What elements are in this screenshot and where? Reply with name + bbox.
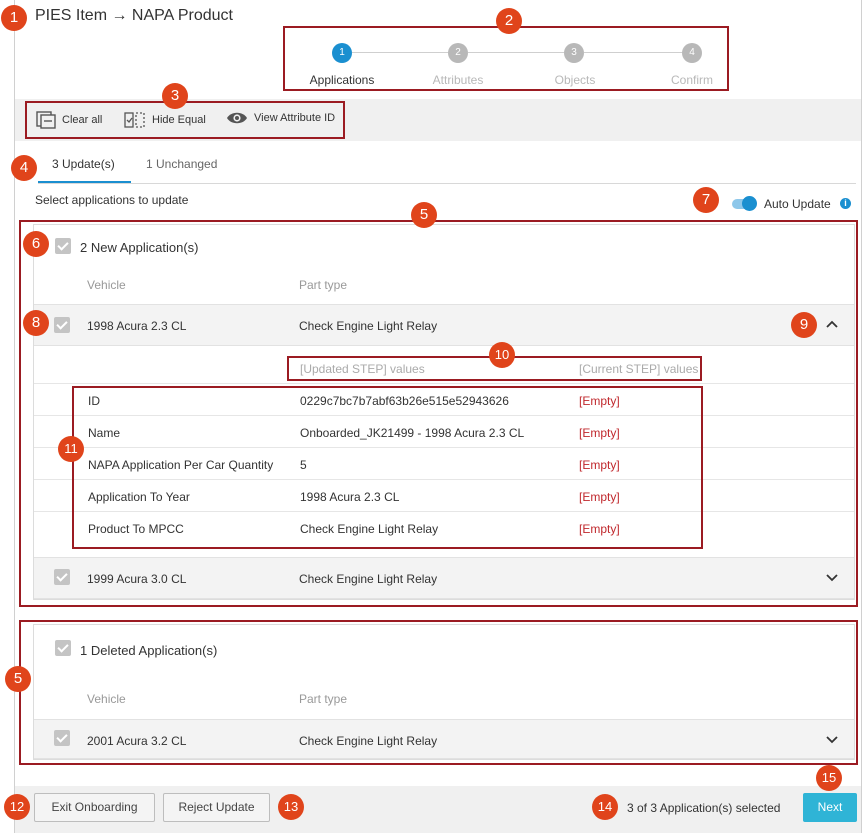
highlight-box — [72, 386, 703, 549]
callout-marker: 9 — [791, 312, 817, 338]
selection-count: 3 of 3 Application(s) selected — [627, 801, 781, 815]
info-icon[interactable]: i — [840, 198, 851, 209]
tab-updates[interactable]: 3 Update(s) — [52, 157, 115, 171]
tab-divider — [38, 183, 856, 184]
tab-unchanged[interactable]: 1 Unchanged — [146, 157, 217, 171]
callout-marker: 5 — [411, 202, 437, 228]
callout-marker: 13 — [278, 794, 304, 820]
callout-marker: 1 — [1, 5, 27, 31]
callout-marker: 14 — [592, 794, 618, 820]
auto-update-label: Auto Update — [764, 197, 831, 211]
next-button[interactable]: Next — [803, 793, 857, 822]
callout-marker: 3 — [162, 83, 188, 109]
page-title: PIES Item → NAPA Product — [35, 7, 233, 24]
reject-update-button[interactable]: Reject Update — [163, 793, 270, 822]
callout-marker: 10 — [489, 342, 515, 368]
callout-marker: 5 — [5, 666, 31, 692]
callout-marker: 15 — [816, 765, 842, 791]
highlight-box — [25, 101, 345, 139]
callout-marker: 4 — [11, 155, 37, 181]
callout-marker: 11 — [58, 436, 84, 462]
highlight-box — [19, 620, 858, 765]
exit-onboarding-button[interactable]: Exit Onboarding — [34, 793, 155, 822]
callout-marker: 8 — [23, 310, 49, 336]
highlight-box — [283, 26, 729, 91]
auto-update-toggle-knob[interactable] — [742, 196, 757, 211]
callout-marker: 7 — [693, 187, 719, 213]
callout-marker: 12 — [4, 794, 30, 820]
instruction-text: Select applications to update — [35, 193, 189, 207]
callout-marker: 6 — [23, 231, 49, 257]
callout-marker: 2 — [496, 8, 522, 34]
